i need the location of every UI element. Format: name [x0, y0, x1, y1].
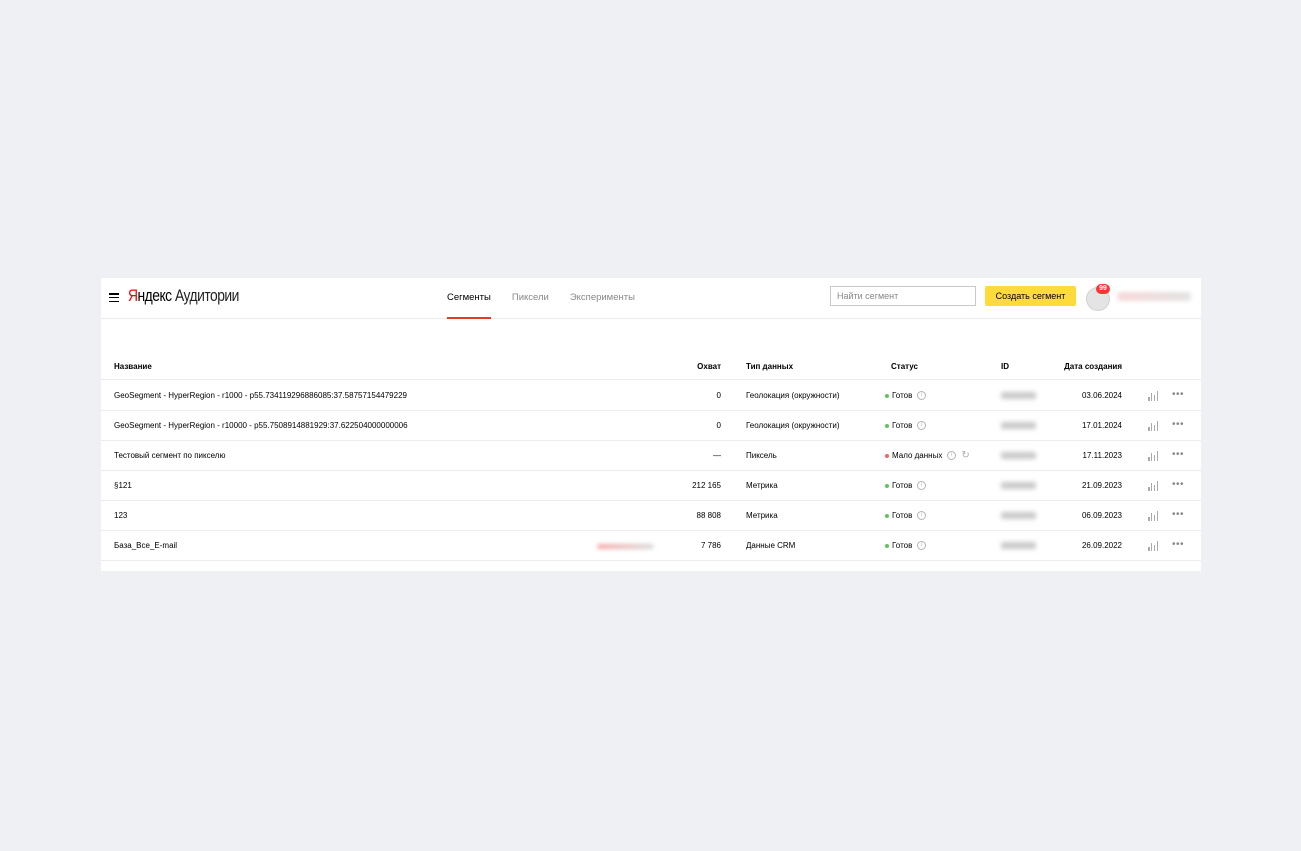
- column-reach-header[interactable]: Охват: [697, 362, 721, 371]
- segment-id-blurred: [1001, 422, 1036, 429]
- status-label: Готов: [892, 541, 913, 550]
- status-label: Готов: [892, 481, 913, 490]
- table-row[interactable]: GeoSegment - HyperRegion - r10000 - p55.…: [101, 411, 1201, 441]
- segment-name[interactable]: GeoSegment - HyperRegion - r1000 - p55.7…: [114, 391, 407, 400]
- segment-name[interactable]: Тестовый сегмент по пикселю: [114, 451, 225, 460]
- segment-name[interactable]: База_Все_E-mail: [114, 541, 177, 550]
- more-dots-icon[interactable]: •••: [1172, 450, 1184, 460]
- status-dot-icon: [885, 513, 889, 518]
- segment-date: 17.11.2023: [1082, 451, 1122, 460]
- notifications-badge[interactable]: 99: [1096, 284, 1110, 294]
- column-id-header[interactable]: ID: [1001, 362, 1009, 371]
- bar-chart-icon[interactable]: [1148, 390, 1160, 401]
- segment-date: 26.09.2022: [1081, 541, 1122, 550]
- segment-id-blurred: [1001, 482, 1036, 489]
- table-row[interactable]: §121 212 165 Метрика Готов i 21.09.2023 …: [101, 471, 1201, 501]
- nav-tabs: Сегменты Пиксели Эксперименты: [447, 278, 656, 319]
- info-icon[interactable]: i: [917, 391, 927, 400]
- segment-id-blurred: [1001, 512, 1036, 519]
- segment-date: 03.06.2024: [1081, 391, 1122, 400]
- segment-status: Готов i: [885, 541, 927, 550]
- bar-chart-icon[interactable]: [1148, 420, 1160, 431]
- segment-data-type: Метрика: [746, 481, 778, 490]
- segment-data-type: Геолокация (окружности): [746, 391, 840, 400]
- column-status-header[interactable]: Статус: [891, 362, 918, 371]
- bar-chart-icon[interactable]: [1148, 510, 1160, 521]
- main-panel: Яндекс Аудитории Сегменты Пиксели Экспери…: [101, 278, 1201, 571]
- logo-brand-first: Я: [128, 287, 138, 305]
- segment-reach: 88 808: [696, 511, 721, 520]
- segment-data-type: Геолокация (окружности): [746, 421, 840, 430]
- status-dot-icon: [885, 543, 889, 548]
- segment-data-type: Пиксель: [746, 451, 777, 460]
- bar-chart-icon[interactable]: [1148, 540, 1160, 551]
- segment-reach: 212 165: [692, 481, 721, 490]
- table-row[interactable]: Тестовый сегмент по пикселю — Пиксель Ма…: [101, 441, 1201, 471]
- status-label: Готов: [892, 421, 913, 430]
- more-dots-icon[interactable]: •••: [1172, 540, 1184, 550]
- refresh-icon[interactable]: ↻: [961, 450, 969, 460]
- create-segment-button[interactable]: Создать сегмент: [985, 286, 1076, 306]
- info-icon[interactable]: i: [917, 481, 927, 490]
- app-logo[interactable]: Яндекс Аудитории: [128, 287, 239, 309]
- segment-reach: 0: [716, 421, 721, 430]
- more-dots-icon[interactable]: •••: [1172, 480, 1184, 490]
- table-row[interactable]: База_Все_E-mail 7 786 Данные CRM Готов i…: [101, 531, 1201, 561]
- username-blurred[interactable]: [1117, 292, 1191, 301]
- segment-name[interactable]: §121: [114, 481, 132, 490]
- segment-reach: 0: [716, 391, 721, 400]
- segment-id-blurred: [1001, 392, 1036, 399]
- logo-product: Аудитории: [174, 287, 239, 305]
- table-row[interactable]: GeoSegment - HyperRegion - r1000 - p55.7…: [101, 381, 1201, 411]
- segment-status: Готов i: [885, 421, 927, 430]
- tab-experiments[interactable]: Эксперименты: [570, 278, 635, 319]
- table-row[interactable]: 123 88 808 Метрика Готов i 06.09.2023 ••…: [101, 501, 1201, 531]
- status-dot-icon: [885, 393, 889, 398]
- segment-status: Мало данных i ↻: [885, 450, 970, 460]
- info-icon[interactable]: i: [917, 421, 927, 430]
- segment-id-blurred: [1001, 452, 1036, 459]
- search-segment-input[interactable]: [830, 286, 976, 306]
- tab-segments[interactable]: Сегменты: [447, 278, 491, 319]
- app-header: Яндекс Аудитории Сегменты Пиксели Экспери…: [101, 278, 1201, 319]
- column-type-header[interactable]: Тип данных: [746, 362, 793, 371]
- segment-date: 21.09.2023: [1081, 481, 1122, 490]
- bar-chart-icon[interactable]: [1148, 480, 1160, 491]
- status-dot-icon: [885, 483, 889, 488]
- info-icon[interactable]: i: [917, 541, 927, 550]
- blurred-email-tag: [597, 544, 654, 549]
- logo-brand-rest: ндекс: [137, 287, 173, 305]
- segment-status: Готов i: [885, 511, 927, 520]
- segment-data-type: Данные CRM: [746, 541, 796, 550]
- more-dots-icon[interactable]: •••: [1172, 420, 1184, 430]
- info-icon[interactable]: i: [947, 451, 957, 460]
- segment-reach: 7 786: [700, 541, 721, 550]
- more-dots-icon[interactable]: •••: [1172, 510, 1184, 520]
- segment-id-blurred: [1001, 542, 1036, 549]
- column-date-header[interactable]: Дата создания: [1064, 362, 1122, 371]
- more-dots-icon[interactable]: •••: [1172, 390, 1184, 400]
- column-name-header[interactable]: Название: [114, 362, 152, 371]
- bar-chart-icon[interactable]: [1148, 450, 1160, 461]
- status-label: Готов: [892, 511, 913, 520]
- info-icon[interactable]: i: [917, 511, 927, 520]
- segment-name[interactable]: GeoSegment - HyperRegion - r10000 - p55.…: [114, 421, 408, 430]
- status-dot-icon: [885, 423, 889, 428]
- segment-name[interactable]: 123: [114, 511, 127, 520]
- tab-pixels[interactable]: Пиксели: [512, 278, 549, 319]
- segment-date: 06.09.2023: [1081, 511, 1122, 520]
- segment-reach: —: [713, 451, 721, 460]
- segment-status: Готов i: [885, 391, 927, 400]
- segment-data-type: Метрика: [746, 511, 778, 520]
- hamburger-menu-icon[interactable]: [109, 293, 119, 303]
- segment-status: Готов i: [885, 481, 927, 490]
- status-label: Готов: [892, 391, 913, 400]
- segment-date: 17.01.2024: [1081, 421, 1122, 430]
- status-label: Мало данных: [892, 451, 943, 460]
- status-dot-icon: [885, 453, 889, 458]
- table-header: Название Охват Тип данных Статус ID Дата…: [101, 358, 1201, 380]
